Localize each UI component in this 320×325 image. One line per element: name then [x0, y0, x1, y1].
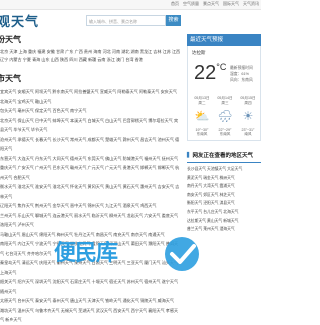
hot-line[interactable]: 衡阳天气 泾阳天气 淇县天气 [187, 199, 261, 208]
city-line[interactable]: 潍坊天气 温州天气 乌鲁木齐天气 无锡天气 芜湖天气 武汉天气 西安天气 西宁天… [0, 306, 182, 325]
top-links: 首页 空气质量 景点天气 国际天气 天气资讯 [171, 1, 259, 7]
top-nav: 首页 空气质量 景点天气 国际天气 天气资讯 [0, 0, 261, 10]
forecast-day: 05月15日 周四 ☀ 23°~31° 南风 [237, 96, 259, 137]
hot-line[interactable]: 南丹天气 大湾天气 霞浦天气 [187, 182, 261, 191]
site-logo[interactable]: 观天气 [0, 11, 39, 30]
right-column: 最近天气预报 达拉斯 22°C 最新预报时间 湿度：61% 风向：东南风 05月… [187, 34, 261, 234]
search-button[interactable]: 搜索 [166, 15, 181, 26]
city-line[interactable]: 重庆天气 广安天气 广州天气 巴东天气 赣州天气 广元天气 广元天气 贵港天气 … [0, 163, 182, 182]
cities-title: 市天气 [0, 74, 21, 83]
forecast-day: 05月14日 周三 🌧 22°~29° 东南风 [214, 96, 236, 137]
nav-scenic[interactable]: 景点天气 [203, 1, 219, 7]
city-line[interactable]: 太原天气 台州天气 泰安天气 泰州天气 唐山天气 天津天气 铁岭天气 通化天气 … [0, 296, 182, 306]
forecast-day: 05月13日 周二 ⛅ 19°~30° 东南风 [191, 96, 213, 137]
hot-line[interactable]: 达拉斯天气 黄山天气 新城天气 [187, 217, 261, 226]
watermark-text: 便民库 [54, 240, 118, 265]
hot-title: ▍网友正在查看的地区天气 [187, 149, 261, 163]
nav-air[interactable]: 空气质量 [183, 1, 199, 7]
hot-line[interactable]: 长沙县天气 天池镇天气 大足天气 [187, 165, 261, 174]
watermark-logo-icon [165, 237, 199, 271]
forecast-panel: 达拉斯 22°C 最新预报时间 湿度：61% 风向：东南风 05月13日 周二 … [187, 46, 261, 141]
current-details: 最新预报时间 湿度：61% 风向：东南风 [230, 66, 253, 82]
hot-line[interactable]: 东平天气 台儿庄天气 北海天气 [187, 208, 261, 217]
nav-intl[interactable]: 国际天气 [223, 1, 239, 7]
nav-news[interactable]: 天气资讯 [243, 1, 259, 7]
city-list: 宜宾天气 安顺天气 阿坝天气 黔东南天气 阿拉善盟天气 宣威天气 阿勒泰天气 阿… [0, 87, 182, 325]
city-line[interactable]: 东营天气 大连天气 丹东天气 大同天气 德州天气 东莞天气 佛山天气 防城港天气… [0, 154, 182, 164]
current-temp: 22°C [194, 62, 227, 84]
forecast-days: 05月13日 周二 ⛅ 19°~30° 东南风 05月14日 周三 🌧 22°~… [191, 96, 259, 137]
city-line[interactable]: 包头天气 亳州天气 保定天气 百色天气 南宁天气 [0, 106, 182, 116]
city-line[interactable]: 沧州天气 承德天气 长春天气 长沙天气 常州天气 成都天气 楚雄天气 滁州天气 … [0, 135, 182, 154]
sun-cloud-icon: ⛅ [194, 109, 210, 123]
left-column: 份天气 北京 天津 上海 重庆 福建 安徽 甘肃 广东 广西 贵州 海南 河北 … [0, 34, 182, 325]
city-line[interactable]: 北京天气 保山天气 巴中天气 蚌埠天气 本溪天气 白城天气 白山天气 巴音郭楞天… [0, 116, 182, 135]
city-line[interactable]: 辽阳天气 焦作天气 荆州天气 金华天气 晋中天气 锦州天气 九江天气 酒泉天气 … [0, 201, 182, 211]
hot-line[interactable]: 南安天气 郊区天气 林芝天气 [187, 191, 261, 200]
forecast-city[interactable]: 达拉斯 [192, 50, 206, 56]
provinces-title: 份天气 [0, 35, 21, 44]
city-line[interactable]: 衡水天气 淮北天气 淮安天气 淮北天气 怀化天气 黄冈天气 黄山天气 黄石天气 … [0, 182, 182, 201]
hot-line[interactable]: 黄泥天气 瑞金天气 株洲天气 [187, 174, 261, 183]
city-line[interactable]: 兰州天气 乐山天气 聊城天气 连云港天气 丽水天气 临沂天气 柳州天气 龙岩天气… [0, 211, 182, 230]
province-list[interactable]: 北京 天津 上海 重庆 福建 安徽 甘肃 广东 广西 贵州 海南 河北 河南 湖… [0, 48, 182, 64]
city-line[interactable]: 宜宾天气 安顺天气 阿坝天气 黔东南天气 阿拉善盟天气 宣威天气 阿勒泰天气 阿… [0, 87, 182, 106]
search-input[interactable]: 输入城市、拼音、景点名称 [86, 15, 166, 26]
city-line[interactable]: 韶关天气 绍兴天气 深圳天气 沈阳天气 石家庄天气 十堰天气 宿迁天气 苏州天气… [0, 277, 182, 296]
sun-icon: ☀ [242, 109, 254, 123]
nav-home[interactable]: 首页 [171, 1, 179, 7]
rain-icon: 🌧 [217, 109, 233, 123]
forecast-header: 最近天气预报 [187, 34, 261, 46]
hot-city-list: 长沙县天气 天池镇天气 大足天气 黄泥天气 瑞金天气 株洲天气 南丹天气 大湾天… [187, 163, 261, 234]
